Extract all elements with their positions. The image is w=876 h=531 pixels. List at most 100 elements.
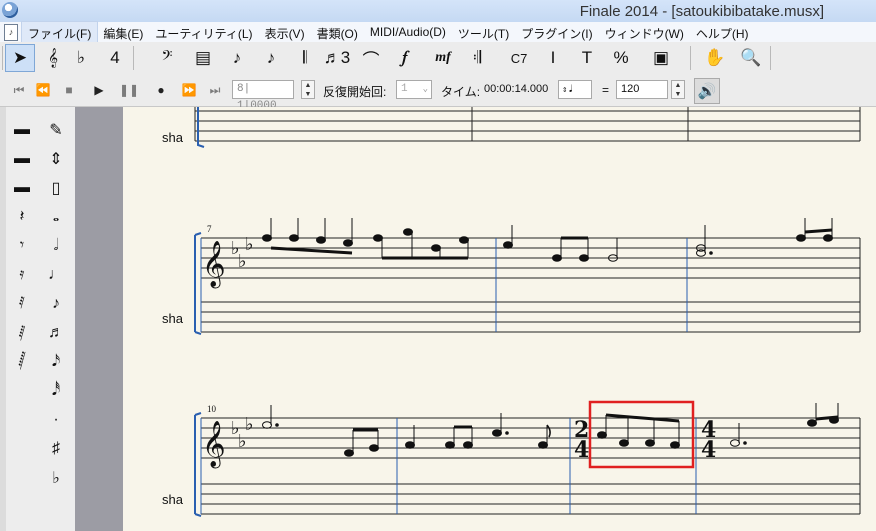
- note-palette-icon-12[interactable]: ♭: [40, 463, 72, 492]
- resize-tool-icon[interactable]: %: [606, 44, 636, 72]
- score-canvas[interactable]: sha 7 𝄞 ♭♭♭ sha 10 𝄞 ♭♭♭ 2 4 4 4 sha: [123, 107, 876, 531]
- menu-item-4[interactable]: 書類(O): [311, 22, 364, 42]
- page-layout-tool-icon[interactable]: ▣: [646, 44, 676, 72]
- simple-entry-tool-icon[interactable]: ♪: [222, 44, 252, 72]
- repeat-start-label: 反復開始回:: [323, 85, 387, 99]
- quarter-note-icon: ♩: [567, 81, 576, 97]
- menu-item-7[interactable]: プラグイン(I): [515, 22, 598, 42]
- note-palette-icon-6[interactable]: ♪: [40, 289, 72, 318]
- tempo-equals: =: [602, 83, 610, 97]
- measure-number-7: 7: [207, 224, 212, 234]
- note-palette-icon-5[interactable]: ♩: [40, 260, 72, 289]
- page-gutter: [75, 107, 123, 531]
- tempo-note-select[interactable]: ⇕♩: [558, 80, 592, 99]
- time-signature-4-4: 4 4: [701, 417, 716, 463]
- note-palette-icon-1[interactable]: ⇕: [40, 144, 72, 173]
- menu-item-0[interactable]: ファイル(F): [20, 21, 99, 43]
- menu-item-5[interactable]: MIDI/Audio(D): [364, 22, 452, 42]
- note-palette-icon-9[interactable]: 𝅘𝅥𝅰: [40, 376, 72, 405]
- note-palette-icon-0[interactable]: ✎: [40, 115, 72, 144]
- menu-items: ファイル(F) 編集(E) ユーティリティ(L) 表示(V) 書類(O) MIDI/Aud…: [20, 21, 755, 43]
- tuplet-3-tool-icon[interactable]: ♬3: [322, 44, 352, 72]
- note-palette-icon-2[interactable]: ▯: [40, 173, 72, 202]
- lyrics-tool-icon[interactable]: I: [538, 44, 568, 72]
- tempo-field[interactable]: 120: [616, 80, 668, 99]
- rest-palette-icon-4[interactable]: 𝄾: [6, 231, 38, 260]
- measure-number-10: 10: [207, 404, 217, 414]
- rest-palette-icon-0[interactable]: ▬: [6, 115, 38, 144]
- key-signature-tool-icon[interactable]: ♭: [66, 44, 96, 72]
- note-palette-icon-3[interactable]: 𝅝: [40, 202, 72, 231]
- rest-palette-icon-1[interactable]: ▬: [6, 144, 38, 173]
- record-icon[interactable]: ●: [150, 80, 172, 100]
- menu-item-9[interactable]: ヘルプ(H): [690, 22, 755, 42]
- toolbar-separator: [770, 46, 771, 70]
- rest-palette-icon-5[interactable]: 𝄿: [6, 260, 38, 289]
- expression-tool-icon[interactable]: mf: [428, 44, 458, 72]
- key-signature-flats: ♭♭♭: [231, 414, 254, 452]
- tuplet-tool-icon[interactable]: 𝄃: [290, 44, 320, 72]
- repeat-tool-icon[interactable]: 𝄇: [462, 44, 492, 72]
- playback-controls: ⏮ ⏪ ■ ▶ ❚❚ ● ⏩ ⏭ 8| 1|0000 ▲ ▼ 反復開始回: 1 ⌄ タイム: 0…: [0, 74, 876, 112]
- forward-end-icon[interactable]: ⏭: [204, 80, 226, 100]
- text-tool-icon[interactable]: T: [572, 44, 602, 72]
- staff-name-sha-2: sha: [162, 311, 184, 326]
- rest-palette-icon-3[interactable]: 𝄽: [6, 202, 38, 231]
- finale-app-icon[interactable]: [2, 2, 18, 18]
- rest-palette-icon-2[interactable]: ▬: [6, 173, 38, 202]
- toolbar-separator: [133, 46, 134, 70]
- system-2: 7 𝄞 ♭♭♭ sha: [162, 218, 861, 335]
- rest-palette-icon-7[interactable]: 𝅁: [6, 318, 38, 347]
- smart-shape-tool-icon[interactable]: ⌒: [356, 44, 386, 72]
- title-bar: Finale 2014 - [satoukibibatake.musx]: [0, 0, 876, 22]
- fast-forward-icon[interactable]: ⏩: [178, 80, 200, 100]
- rest-palette-icon-6[interactable]: 𝅀: [6, 289, 38, 318]
- score-view[interactable]: sha 7 𝄞 ♭ ♭ ♭ sha 10 𝄞 ♭ ♭ ♭ 2 4 4 4 sha: [123, 107, 876, 531]
- menu-item-3[interactable]: 表示(V): [259, 22, 311, 42]
- chevron-down-icon: ⌄: [422, 84, 428, 94]
- measure-tool-icon[interactable]: ▤: [188, 44, 218, 72]
- note-palette-icon-4[interactable]: 𝅗𝅥: [40, 231, 72, 260]
- tempo-spinner[interactable]: ▲ ▼: [671, 80, 685, 99]
- svg-text:4: 4: [701, 437, 716, 463]
- play-icon[interactable]: ▶: [88, 80, 110, 100]
- time-value: 00:00:14.000: [484, 83, 549, 95]
- time-signature-tool-icon[interactable]: 4: [100, 44, 130, 72]
- clef-tool-icon[interactable]: 𝄢: [152, 44, 182, 72]
- selection-tool-icon[interactable]: ➤: [5, 44, 35, 72]
- note-palette-icon-7[interactable]: ♬: [40, 318, 72, 347]
- note-palette-icon-11[interactable]: ♯: [40, 434, 72, 463]
- time-signature-2-4: 2 4: [574, 417, 589, 463]
- pause-icon[interactable]: ❚❚: [118, 80, 140, 100]
- time-label: タイム:: [441, 85, 481, 99]
- window-title: Finale 2014 - [satoukibibatake.musx]: [579, 3, 824, 20]
- menu-item-6[interactable]: ツール(T): [452, 22, 515, 42]
- chord-tool-icon[interactable]: C7: [504, 44, 534, 72]
- hand-grabber-icon[interactable]: ✋: [700, 44, 730, 72]
- speedy-entry-tool-icon[interactable]: ♪: [256, 44, 286, 72]
- rewind-start-icon[interactable]: ⏮: [8, 80, 30, 100]
- note-palette-icon-10[interactable]: ·: [40, 405, 72, 434]
- toolbar-separator: [2, 46, 3, 70]
- speaker-settings-icon[interactable]: 🔊: [694, 78, 720, 104]
- articulation-tool-icon[interactable]: 𝆑: [390, 44, 420, 72]
- counter-field[interactable]: 8| 1|0000: [232, 80, 294, 112]
- menu-item-8[interactable]: ウィンドウ(W): [599, 22, 690, 42]
- menu-bar: ♪ ファイル(F) 編集(E) ユーティリティ(L) 表示(V) 書類(O) MIDI/A…: [0, 21, 876, 43]
- repeat-start-select[interactable]: 1 ⌄: [396, 80, 432, 99]
- zoom-icon[interactable]: 🔍: [736, 44, 766, 72]
- menu-item-1[interactable]: 編集(E): [97, 22, 149, 42]
- staff-tool-icon[interactable]: 𝄞: [38, 44, 68, 72]
- svg-text:♭: ♭: [245, 414, 254, 435]
- staff-name-sha-3: sha: [162, 492, 184, 507]
- note-palette-icon-8[interactable]: 𝅘𝅥𝅯: [40, 347, 72, 376]
- menu-item-2[interactable]: ユーティリティ(L): [149, 22, 258, 42]
- document-icon[interactable]: ♪: [4, 24, 18, 41]
- counter-spinner[interactable]: ▲ ▼: [301, 80, 315, 99]
- rest-palette-icon-8[interactable]: 𝅂: [6, 347, 38, 376]
- treble-clef-icon: 𝄞: [202, 241, 226, 289]
- entry-palettes: ▬ ▬ ▬ 𝄽 𝄾 𝄿 𝅀 𝅁 𝅂 ✎ ⇕ ▯ 𝅝 𝅗𝅥 ♩ ♪ ♬ 𝅘𝅥𝅯 𝅘𝅥𝅰 · ♯ ♭: [0, 107, 76, 531]
- stop-icon[interactable]: ■: [58, 80, 80, 100]
- key-signature-flats: ♭♭♭: [231, 234, 254, 272]
- rewind-icon[interactable]: ⏪: [32, 80, 54, 100]
